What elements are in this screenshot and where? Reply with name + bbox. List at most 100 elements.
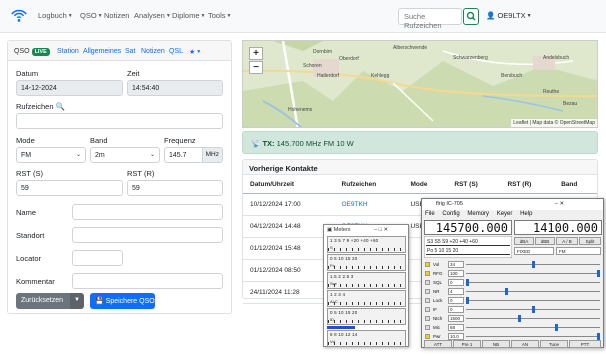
slider-thumb[interactable] bbox=[597, 270, 600, 277]
ntch-slider[interactable] bbox=[466, 315, 600, 322]
search-button[interactable] bbox=[463, 8, 479, 25]
map-town-label: Bezau bbox=[563, 101, 578, 107]
pwr-control-label[interactable]: Pwr bbox=[424, 333, 446, 340]
dba-button[interactable]: dBA bbox=[514, 237, 534, 245]
menu-keyer[interactable]: Keyer bbox=[497, 211, 513, 217]
map-town-label: Hohenems bbox=[288, 107, 313, 113]
nav-qso-menu[interactable]: QSO▼ bbox=[80, 11, 103, 20]
radio-signal-logo-icon[interactable] bbox=[10, 6, 28, 24]
cell-callsign-link[interactable]: OE9TKH bbox=[334, 193, 404, 216]
vfo-b-frequency[interactable]: 14100.000 bbox=[514, 220, 602, 235]
tab-allgemeines[interactable]: Allgemeines bbox=[83, 48, 121, 55]
window-controls[interactable]: – □ ✕ bbox=[374, 227, 388, 233]
datum-label: Datum bbox=[16, 69, 39, 78]
vfo-a-frequency[interactable]: 145700.000 bbox=[424, 220, 512, 235]
dbb-button[interactable]: dBB bbox=[535, 237, 555, 245]
menu-help[interactable]: Help bbox=[520, 211, 532, 217]
sql-control-label[interactable]: SQL bbox=[424, 279, 446, 286]
split-button[interactable]: Split bbox=[579, 237, 601, 245]
tab-notizen[interactable]: Notizen bbox=[141, 48, 165, 55]
save-qso-button[interactable]: 💾 Speichere QSO bbox=[90, 293, 155, 309]
slider-thumb[interactable] bbox=[532, 306, 535, 313]
alc-meter-scale: 1 2 3 4ALC bbox=[327, 290, 406, 307]
vol-slider[interactable] bbox=[466, 261, 600, 268]
slider-thumb[interactable] bbox=[597, 333, 600, 340]
zeit-field[interactable]: 14:54:40 bbox=[127, 80, 223, 96]
tx-text: 145.700 MHz FM 10 W bbox=[276, 139, 354, 148]
mic-slider[interactable] bbox=[466, 324, 600, 331]
search-icon[interactable]: 🔍 bbox=[56, 102, 65, 111]
rst-r-input[interactable]: 59 bbox=[127, 180, 223, 196]
mode-select[interactable]: FM ⌄ bbox=[16, 147, 86, 163]
tab-sat[interactable]: Sat bbox=[125, 48, 136, 55]
map-attribution[interactable]: Leaflet | Map data © OpenStreetMap bbox=[511, 119, 597, 127]
vol-control-label[interactable]: Vol bbox=[424, 261, 446, 268]
rufzeichen-input[interactable] bbox=[16, 113, 223, 129]
menu-config[interactable]: Config bbox=[442, 211, 459, 217]
band-select[interactable]: 2m ⌄ bbox=[90, 147, 160, 163]
meters-window[interactable]: ▣ Meters – □ ✕ 1 3 5 7 9 +20 +40 +60S 0 … bbox=[323, 224, 409, 347]
scale-numbers: 1 2 3 4 bbox=[330, 292, 346, 297]
user-menu[interactable]: 👤 OE9LTX▼ bbox=[486, 11, 532, 20]
flrig-window[interactable]: flrig IC-705– ✕ File Config Memory Keyer… bbox=[421, 198, 604, 348]
slider-thumb[interactable] bbox=[505, 288, 508, 295]
slider-thumb[interactable] bbox=[518, 315, 521, 322]
tab-station[interactable]: Station bbox=[57, 48, 79, 55]
zoom-in-button[interactable]: + bbox=[249, 47, 263, 60]
pwr-slider[interactable] bbox=[466, 333, 600, 340]
tab-qso[interactable]: QSO LIVE bbox=[14, 48, 50, 56]
locator-input[interactable] bbox=[72, 250, 123, 266]
nr-slider[interactable] bbox=[466, 288, 600, 295]
tune-button[interactable]: Tune bbox=[540, 340, 568, 348]
station-map[interactable]: + − Dornbirn Oberdorf Schoren Hohenems H… bbox=[242, 40, 598, 128]
name-label: Name bbox=[16, 208, 37, 217]
ntch-control-label[interactable]: Ntch bbox=[424, 315, 446, 322]
tx-status-alert: 📡 TX: 145.700 MHz FM 10 W bbox=[242, 131, 598, 154]
name-input[interactable] bbox=[72, 204, 223, 220]
nr-control-label[interactable]: NR bbox=[424, 288, 446, 295]
slider-thumb[interactable] bbox=[466, 297, 469, 304]
a-b-button[interactable]: A / B bbox=[556, 237, 578, 245]
an-button[interactable]: AN bbox=[511, 340, 539, 348]
slider-thumb[interactable] bbox=[466, 279, 469, 286]
datum-field[interactable]: 14-12-2024 bbox=[16, 80, 123, 96]
bandwidth-select[interactable]: FIXED bbox=[514, 247, 554, 255]
nav-logbuch-menu[interactable]: Logbuch▼ bbox=[38, 11, 73, 20]
callsign-search-input[interactable]: Suche Rufzeichen bbox=[398, 8, 462, 30]
menu-memory[interactable]: Memory bbox=[467, 211, 489, 217]
window-controls[interactable]: – ✕ bbox=[555, 201, 564, 207]
mode-select[interactable]: FM bbox=[556, 247, 601, 255]
standort-input[interactable] bbox=[72, 227, 223, 243]
ptt-button[interactable]: PTT bbox=[569, 340, 601, 348]
att-button[interactable]: ATT bbox=[424, 340, 452, 348]
kommentar-input[interactable] bbox=[72, 273, 223, 289]
frequenz-input[interactable]: 145.7 MHz bbox=[164, 147, 223, 163]
tab-qsl[interactable]: QSL bbox=[169, 48, 183, 55]
qso-entry-card: QSO LIVE Station Allgemeines Sat Notizen … bbox=[7, 40, 232, 314]
zoom-out-button[interactable]: − bbox=[249, 61, 263, 74]
rfg-slider[interactable] bbox=[466, 270, 600, 277]
rfg-control-label[interactable]: RFG bbox=[424, 270, 446, 277]
if-control-label[interactable]: IF bbox=[424, 306, 446, 313]
sql-slider[interactable] bbox=[466, 279, 600, 286]
slider-thumb[interactable] bbox=[532, 261, 535, 268]
rst-s-label: RST (S) bbox=[16, 169, 43, 178]
meter-app-icon: ▣ bbox=[327, 227, 333, 233]
nav-diplome-menu[interactable]: Diplome▼ bbox=[172, 11, 205, 20]
band-label: Band bbox=[90, 136, 108, 145]
nav-notizen-link[interactable]: Notizen bbox=[104, 11, 129, 20]
slider-thumb[interactable] bbox=[555, 324, 558, 331]
reset-dropdown-toggle[interactable]: ▼ bbox=[70, 293, 84, 309]
mic-control-label[interactable]: Mic bbox=[424, 324, 446, 331]
rst-s-input[interactable]: 59 bbox=[16, 180, 123, 196]
reset-button[interactable]: Zurücksetzen bbox=[16, 293, 70, 309]
pre1-button[interactable]: Pre 1 bbox=[453, 340, 481, 348]
menu-file[interactable]: File bbox=[425, 211, 435, 217]
tab-favorites[interactable]: ★▼ bbox=[189, 48, 201, 56]
lock-control-label[interactable]: Lock bbox=[424, 297, 446, 304]
lock-slider[interactable] bbox=[466, 297, 600, 304]
nb-button[interactable]: NB bbox=[482, 340, 510, 348]
nav-tools-menu[interactable]: Tools▼ bbox=[208, 11, 231, 20]
nav-analysen-menu[interactable]: Analysen▼ bbox=[134, 11, 171, 20]
if-slider[interactable] bbox=[466, 306, 600, 313]
